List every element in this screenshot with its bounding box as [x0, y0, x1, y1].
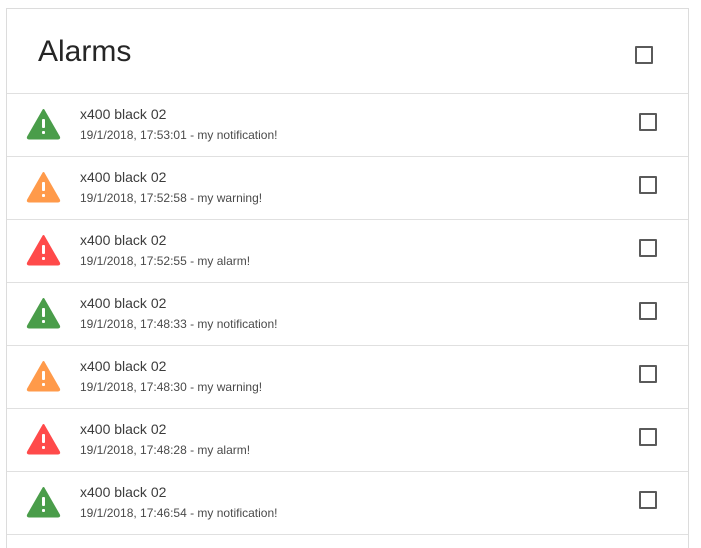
- alarm-detail: 19/1/2018, 17:48:33 - my notification!: [80, 317, 278, 331]
- alarm-device-name: x400 black 02: [80, 421, 167, 437]
- alarms-header: Alarms: [7, 9, 688, 94]
- alarm-row-checkbox[interactable]: [639, 176, 657, 194]
- alarm-row-checkbox[interactable]: [639, 491, 657, 509]
- alarms-card: Alarms x400 black 02 19/1/2018, 17:53:01…: [6, 8, 689, 548]
- alarm-row-checkbox[interactable]: [639, 365, 657, 383]
- alarm-device-name: x400 black 02: [80, 106, 167, 122]
- alarm-row[interactable]: x400 black 02 19/1/2018, 17:46:54 - my n…: [7, 472, 688, 535]
- alarm-device-name: x400 black 02: [80, 484, 167, 500]
- alarm-detail: 19/1/2018, 17:53:01 - my notification!: [80, 128, 278, 142]
- alarm-row[interactable]: x400 black 02 19/1/2018, 17:53:01 - my n…: [7, 94, 688, 157]
- alarm-warning-triangle-icon: [26, 423, 61, 455]
- notification-warning-triangle-icon: [26, 297, 61, 329]
- alarm-detail: 19/1/2018, 17:46:54 - my notification!: [80, 506, 278, 520]
- alarm-detail: 19/1/2018, 17:52:58 - my warning!: [80, 191, 263, 205]
- alarm-device-name: x400 black 02: [80, 169, 167, 185]
- warning-warning-triangle-icon: [26, 360, 61, 392]
- notification-warning-triangle-icon: [26, 108, 61, 140]
- alarm-row[interactable]: x400 black 02 19/1/2018, 17:48:33 - my n…: [7, 283, 688, 346]
- alarm-row-checkbox[interactable]: [639, 428, 657, 446]
- alarm-device-name: x400 black 02: [80, 295, 167, 311]
- alarm-row[interactable]: x400 black 02 19/1/2018, 17:52:55 - my a…: [7, 220, 688, 283]
- notification-warning-triangle-icon: [26, 486, 61, 518]
- alarm-detail: 19/1/2018, 17:48:30 - my warning!: [80, 380, 263, 394]
- alarm-row-checkbox[interactable]: [639, 302, 657, 320]
- alarm-row[interactable]: x400 black 02 19/1/2018, 17:48:30 - my w…: [7, 346, 688, 409]
- alarm-detail: 19/1/2018, 17:52:55 - my alarm!: [80, 254, 251, 268]
- alarm-device-name: x400 black 02: [80, 358, 167, 374]
- alarm-row[interactable]: x400 black 02 19/1/2018, 17:48:28 - my a…: [7, 409, 688, 472]
- alarm-row-checkbox[interactable]: [639, 113, 657, 131]
- alarm-device-name: x400 black 02: [80, 232, 167, 248]
- alarm-warning-triangle-icon: [26, 234, 61, 266]
- alarm-detail: 19/1/2018, 17:48:28 - my alarm!: [80, 443, 251, 457]
- alarm-row[interactable]: x400 black 02 19/1/2018, 17:52:58 - my w…: [7, 157, 688, 220]
- alarm-row-checkbox[interactable]: [639, 239, 657, 257]
- warning-warning-triangle-icon: [26, 171, 61, 203]
- page-title: Alarms: [38, 35, 132, 68]
- alarm-list: x400 black 02 19/1/2018, 17:53:01 - my n…: [7, 94, 688, 535]
- select-all-checkbox[interactable]: [635, 46, 653, 64]
